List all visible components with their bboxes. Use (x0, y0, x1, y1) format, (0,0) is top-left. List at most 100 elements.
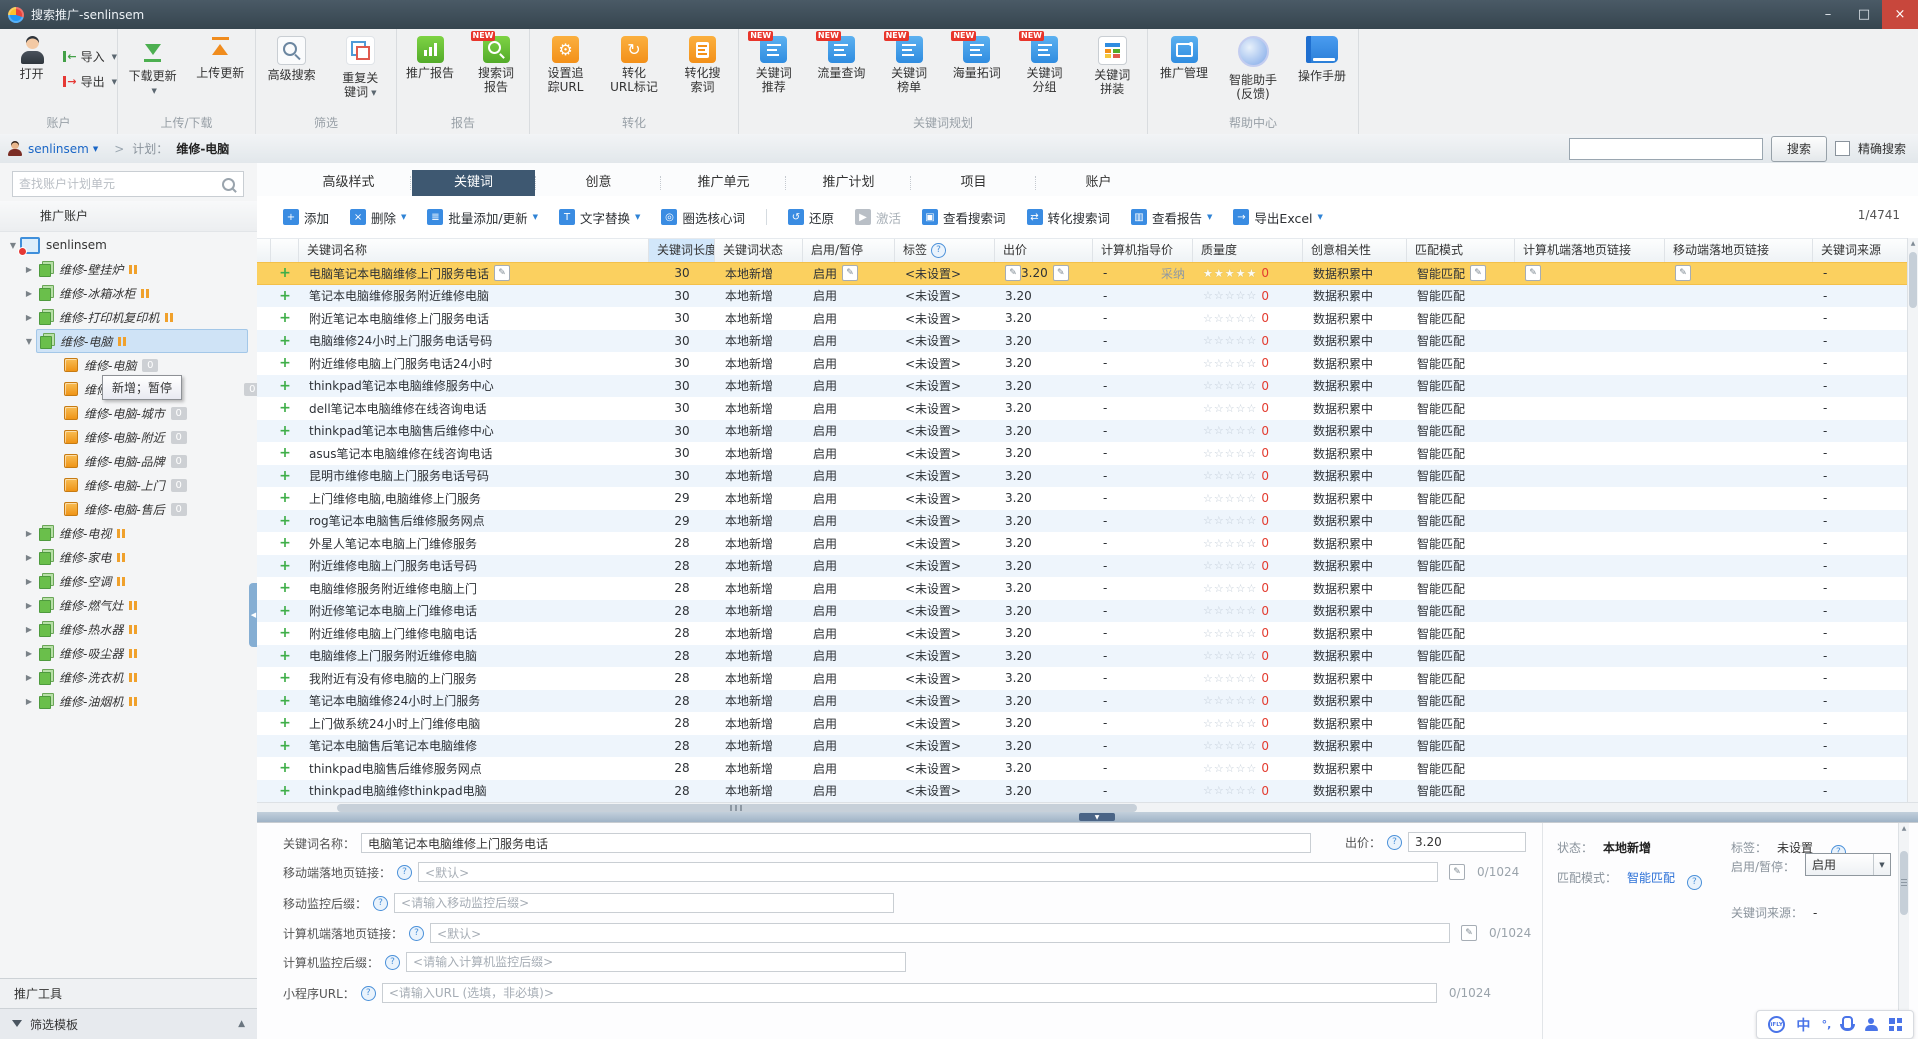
ime-punctuation-icon[interactable]: °, (1822, 1018, 1832, 1031)
field-input-3[interactable] (430, 923, 1451, 943)
enable-pause-dropdown[interactable]: 启用 ▼ (1805, 853, 1891, 876)
edit-icon[interactable]: ✎ (1449, 864, 1466, 880)
tree-plan-item[interactable]: ▶ 维修-家电 (0, 545, 257, 569)
panel-splitter[interactable]: ▼ (257, 812, 1918, 822)
add-keyword-icon[interactable]: + (271, 513, 299, 529)
add-keyword-icon[interactable]: + (271, 400, 299, 416)
add-keyword-icon[interactable]: + (271, 535, 299, 551)
keyword-row[interactable]: + 笔记本电脑售后笔记本电脑维修 28 本地新增 启用 <未设置> 3.20 - ☆☆☆☆☆ 0 数… (257, 734, 1908, 757)
detail-vertical-scrollbar[interactable]: ▲ (1898, 823, 1909, 1039)
tree-unit-item[interactable]: 维修-电脑-城市 0 (0, 401, 257, 425)
tree-plan-item[interactable]: ▶ 维修-打印机复印机 (0, 305, 257, 329)
keyword-row[interactable]: + thinkpad电脑维修thinkpad电脑 28 本地新增 启用 <未设置> 3.20… (257, 779, 1908, 802)
collapse-panel-button[interactable]: ▼ (1079, 813, 1115, 821)
add-keyword-icon[interactable]: + (271, 490, 299, 506)
tree-plan-item[interactable]: ▼ 维修-电脑 (0, 329, 257, 353)
scrollbar-thumb[interactable] (1909, 252, 1917, 308)
ribbon-button-海量拓词[interactable]: NEW 海量拓词 (944, 31, 1010, 80)
tree-plan-item[interactable]: ▶ 维修-热水器 (0, 617, 257, 641)
search-button[interactable]: 搜索 (1770, 135, 1827, 162)
help-icon[interactable]: ? (373, 895, 389, 911)
tree-plan-item[interactable]: ▶ 维修-洗衣机 (0, 665, 257, 689)
scroll-up-icon[interactable]: ▲ (1908, 238, 1918, 250)
column-header-关键词长度[interactable]: 关键词长度 (649, 239, 715, 262)
keyword-row[interactable]: + 上门做系统24小时上门维修电脑 28 本地新增 启用 <未设置> 3.20 - ☆☆☆☆☆ 0… (257, 712, 1908, 735)
ime-language-icon[interactable]: 中 (1796, 1015, 1810, 1035)
add-keyword-icon[interactable]: + (271, 783, 299, 799)
edit-icon[interactable]: ✎ (1052, 265, 1069, 282)
tree-unit-item[interactable]: 维修-电脑-附近 0 (0, 425, 257, 449)
add-keyword-icon[interactable]: + (271, 468, 299, 484)
help-icon[interactable]: ? (1686, 874, 1702, 890)
add-keyword-icon[interactable]: + (271, 265, 299, 281)
tab-账户[interactable]: 账户 (1037, 170, 1160, 196)
add-keyword-icon[interactable]: + (271, 670, 299, 686)
field-input-2[interactable] (394, 893, 895, 913)
keyword-row[interactable]: + thinkpad电脑售后维修服务网点 28 本地新增 启用 <未设置> 3.20 - ☆☆☆… (257, 757, 1908, 780)
toolbar-button-查看报告[interactable]: ▥ 查看报告 ▼ (1131, 208, 1212, 227)
edit-icon[interactable]: ✎ (1470, 265, 1487, 282)
add-keyword-icon[interactable]: + (271, 738, 299, 754)
match-mode-link[interactable]: 智能匹配 (1627, 871, 1675, 885)
keyword-row[interactable]: + 电脑维修上门服务附近维修电脑 28 本地新增 启用 <未设置> 3.20 - ☆☆☆☆☆ 0 数… (257, 644, 1908, 667)
minimize-button[interactable]: – (1810, 0, 1846, 29)
edit-icon[interactable]: ✎ (1675, 265, 1691, 282)
close-button[interactable]: × (1882, 0, 1918, 29)
tree-unit-item[interactable]: 维修-电脑-上门 0 (0, 473, 257, 497)
add-keyword-icon[interactable]: + (271, 288, 299, 304)
ime-menu-grid-icon[interactable] (1888, 1018, 1902, 1031)
tree-plan-item[interactable]: ▶ 维修-油烟机 (0, 689, 257, 713)
keyword-row[interactable]: + 附近维修电脑上门服务电话24小时 30 本地新增 启用 <未设置> 3.20 - ☆☆☆☆☆… (257, 352, 1908, 375)
help-icon[interactable]: ? (931, 243, 947, 258)
ribbon-button-关键词榜单[interactable]: NEW 关键词 榜单 (876, 31, 942, 94)
ribbon-button-重复关键词[interactable]: 重复关 键词 ▼ (327, 36, 393, 100)
toolbar-button-导出Excel[interactable]: → 导出Excel ▼ (1233, 208, 1323, 227)
table-vertical-scrollbar[interactable]: ▲ (1907, 238, 1918, 802)
add-keyword-icon[interactable]: + (271, 355, 299, 371)
exact-search-checkbox[interactable] (1834, 141, 1850, 156)
collapse-up-icon[interactable]: ▲ (238, 1019, 245, 1029)
ribbon-button-高级搜索[interactable]: 高级搜索 (259, 36, 325, 82)
ime-toolbar[interactable]: iFLY 中 °, (1756, 1010, 1914, 1039)
toolbar-button-圈选核心词[interactable]: ◎ 圈选核心词 (661, 208, 745, 227)
ribbon-button-关键词拼装[interactable]: 关键词 拼装 (1079, 36, 1145, 96)
tab-推广计划[interactable]: 推广计划 (787, 170, 910, 196)
ribbon-button-上传更新[interactable]: 上传更新 (187, 36, 253, 80)
toolbar-button-文字替换[interactable]: T 文字替换 ▼ (559, 208, 640, 227)
keyword-row[interactable]: + 昆明市维修电脑上门服务电话号码 30 本地新增 启用 <未设置> 3.20 - ☆☆☆☆☆ 0… (257, 464, 1908, 487)
toolbar-button-还原[interactable]: ↺ 还原 (787, 208, 834, 227)
ribbon-button-推广报告[interactable]: 推广报告 (397, 36, 463, 80)
ribbon-button-操作手册[interactable]: 操作手册 (1289, 36, 1355, 83)
add-keyword-icon[interactable]: + (271, 580, 299, 596)
ime-brand-icon[interactable]: iFLY (1768, 1016, 1786, 1033)
tree-unit-item[interactable]: 维修-电脑 0 (0, 353, 257, 377)
keyword-row[interactable]: + 笔记本电脑维修服务附近维修电脑 30 本地新增 启用 <未设置> 3.20 - ☆☆☆☆☆ 0… (257, 284, 1908, 307)
add-keyword-icon[interactable]: + (271, 423, 299, 439)
add-keyword-icon[interactable]: + (271, 693, 299, 709)
price-input[interactable] (1408, 832, 1527, 852)
tab-高级样式[interactable]: 高级样式 (287, 170, 410, 196)
keyword-row[interactable]: + 上门维修电脑,电脑维修上门服务 29 本地新增 启用 <未设置> 3.20 - ☆☆☆☆☆ 0… (257, 487, 1908, 510)
column-header-计算机指导价[interactable]: 计算机指导价 (1093, 239, 1193, 262)
maximize-button[interactable]: □ (1846, 0, 1882, 29)
tree-plan-item[interactable]: ▶ 维修-空调 (0, 569, 257, 593)
keyword-row[interactable]: + 我附近有没有修电脑的上门服务 28 本地新增 启用 <未设置> 3.20 - ☆☆☆☆☆ 0 数… (257, 667, 1908, 690)
ribbon-button-智能助手(反馈)[interactable]: 智能助手 (反馈) (1220, 36, 1286, 101)
edit-icon[interactable]: ✎ (1461, 925, 1478, 941)
scrollbar-thumb[interactable] (337, 804, 1137, 812)
tree-plan-item[interactable]: ▶ 维修-壁挂炉 (0, 257, 257, 281)
help-icon[interactable]: ? (1387, 834, 1403, 850)
keyword-row[interactable]: + 外星人笔记本电脑上门维修服务 28 本地新增 启用 <未设置> 3.20 - ☆☆☆☆☆ 0 数… (257, 532, 1908, 555)
help-icon[interactable]: ? (360, 985, 376, 1001)
column-header-出价[interactable]: 出价 (995, 239, 1093, 262)
add-keyword-icon[interactable]: + (271, 310, 299, 326)
ribbon-button-转化搜索词[interactable]: 转化搜 索词 (670, 36, 736, 94)
field-input-5[interactable] (381, 983, 1437, 1003)
ribbon-button-流量查询[interactable]: NEW 流量查询 (808, 31, 874, 80)
tab-推广单元[interactable]: 推广单元 (662, 170, 785, 196)
keyword-row[interactable]: + thinkpad笔记本电脑售后维修中心 30 本地新增 启用 <未设置> 3.20 - ☆☆… (257, 419, 1908, 442)
add-keyword-icon[interactable]: + (271, 715, 299, 731)
ribbon-button-下载更新[interactable]: 下载更新 ▼ (120, 36, 186, 98)
field-input-1[interactable] (418, 862, 1439, 882)
add-keyword-icon[interactable]: + (271, 333, 299, 349)
